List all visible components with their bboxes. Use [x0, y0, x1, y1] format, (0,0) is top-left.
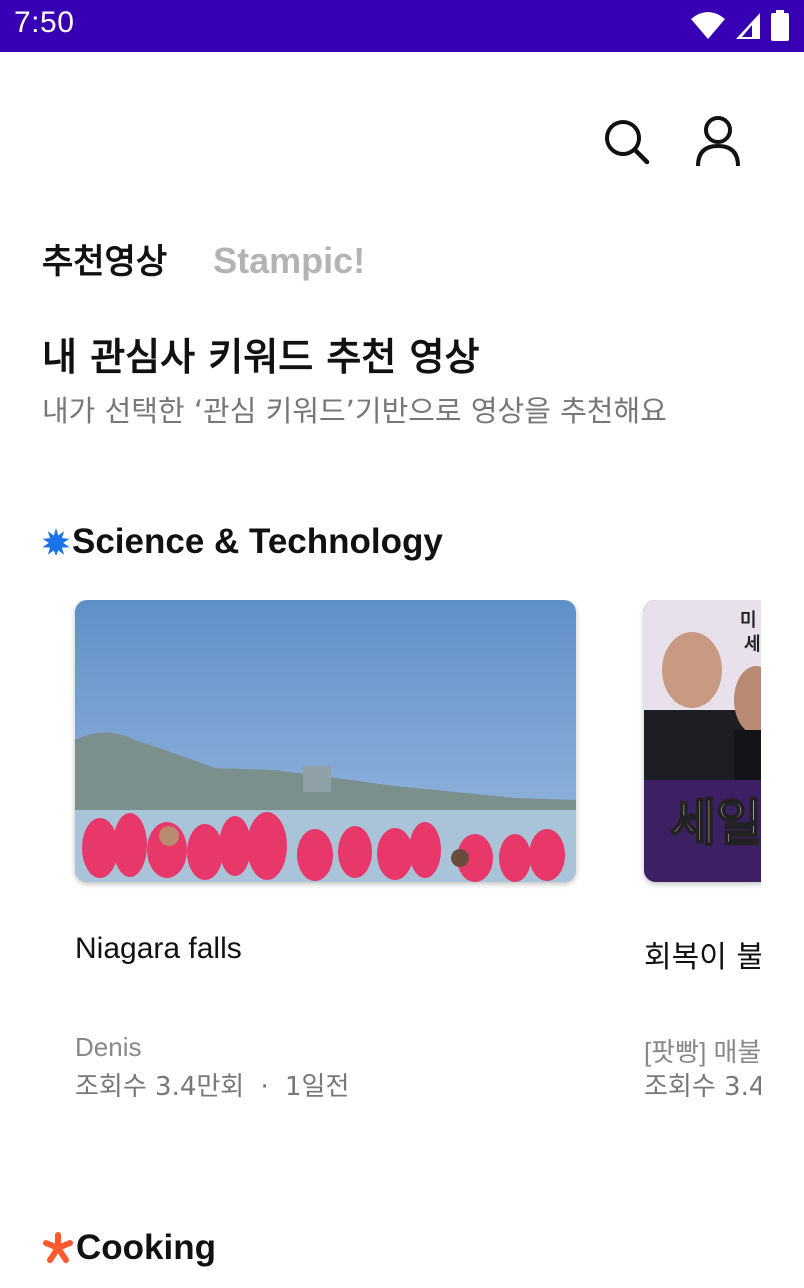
video-card[interactable]: Niagara falls Denis 조회수 3.4만회 · 1일전 — [75, 600, 576, 1102]
category-label: Cooking — [76, 1228, 216, 1267]
category-cooking: Cooking — [42, 1228, 216, 1268]
thumb-overlay-text-small-2: 세 — [744, 634, 761, 655]
thumb-overlay-text: 세일 — [670, 794, 761, 852]
video-carousel[interactable]: Niagara falls Denis 조회수 3.4만회 · 1일전 세일 미… — [0, 600, 761, 1120]
asterisk-icon — [43, 1232, 73, 1263]
video-thumbnail[interactable] — [75, 600, 576, 882]
video-channel: Denis — [75, 1032, 142, 1062]
video-meta: 조회수 3.4만회 · 1일전 — [75, 1066, 349, 1103]
status-icons — [690, 8, 790, 44]
battery-icon — [771, 10, 789, 41]
video-meta: 조회수 3.4 — [644, 1066, 761, 1103]
profile-icon — [696, 116, 740, 167]
video-views: 조회수 3.4 — [644, 1072, 761, 1102]
video-age: 1일전 — [285, 1072, 350, 1102]
wifi-icon — [691, 12, 725, 39]
starburst-icon — [42, 528, 70, 556]
thumb-overlay-text-small-1: 미 — [740, 610, 757, 631]
video-card[interactable]: 세일 미 세 회복이 불 [팟빵] 매불 조회수 3.4 — [644, 600, 761, 1102]
video-thumbnail[interactable]: 세일 미 세 — [644, 600, 761, 882]
top-actions — [602, 116, 742, 168]
search-button[interactable] — [602, 116, 650, 168]
cellular-signal-icon — [736, 13, 760, 39]
section-title: 내 관심사 키워드 추천 영상 — [42, 335, 480, 379]
tab-recommended[interactable]: 추천영상 — [42, 234, 167, 283]
category-label: Science & Technology — [72, 522, 443, 561]
status-bar: 7:50 — [0, 0, 804, 52]
video-title[interactable]: 회복이 불 — [644, 932, 761, 976]
video-title[interactable]: Niagara falls — [75, 932, 242, 966]
category-science-technology: Science & Technology — [42, 522, 443, 562]
profile-button[interactable] — [694, 116, 742, 168]
tab-stampic[interactable]: Stampic! — [213, 240, 365, 282]
tab-bar: 추천영상 Stampic! — [42, 234, 365, 283]
video-views: 조회수 3.4만회 — [75, 1072, 245, 1102]
section-subtitle: 내가 선택한 ‘관심 키워드’기반으로 영상을 추천해요 — [42, 394, 667, 428]
video-channel: [팟빵] 매불 — [644, 1037, 761, 1067]
search-icon — [605, 120, 650, 165]
meta-separator: · — [260, 1072, 269, 1102]
status-time: 7:50 — [14, 6, 75, 39]
